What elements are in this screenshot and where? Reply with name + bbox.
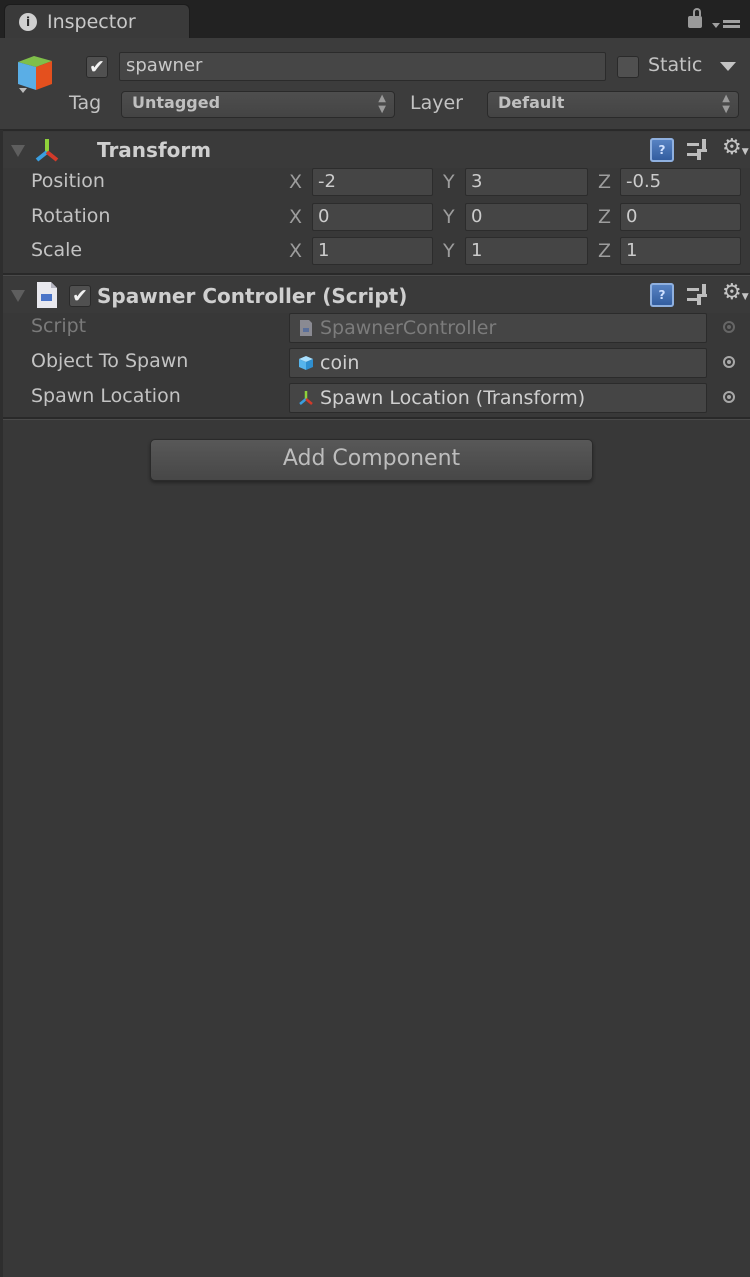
tab-inspector-label: Inspector xyxy=(47,11,136,33)
axis-y-label: Y xyxy=(443,206,455,228)
spawn-location-value: Spawn Location (Transform) xyxy=(320,387,586,409)
gear-icon[interactable]: ⚙▼ xyxy=(722,137,749,163)
gameobject-cube-icon xyxy=(18,56,52,93)
script-file-icon xyxy=(300,320,312,336)
help-book-icon[interactable]: ? xyxy=(650,283,674,307)
layer-dropdown[interactable]: Default ▲ ▼ xyxy=(487,91,739,118)
scale-y-field[interactable]: 1 xyxy=(465,237,588,265)
axis-x-label: X xyxy=(289,240,303,262)
transform-title: Transform xyxy=(97,138,212,162)
csharp-script-icon xyxy=(37,282,57,308)
spawn-location-field[interactable]: Spawn Location (Transform) xyxy=(289,383,707,413)
rotation-y-field[interactable]: 0 xyxy=(465,203,588,231)
divider xyxy=(0,275,750,276)
axis-z-label: Z xyxy=(598,240,612,262)
position-z-field[interactable]: -0.5 xyxy=(620,168,741,196)
rotation-label: Rotation xyxy=(31,205,111,227)
rotation-z-field[interactable]: 0 xyxy=(620,203,741,231)
script-label: Script xyxy=(31,315,87,337)
divider xyxy=(0,419,750,420)
object-picker-icon[interactable] xyxy=(723,391,735,403)
script-field: SpawnerController xyxy=(289,313,707,343)
prefab-cube-icon xyxy=(299,356,313,370)
rotation-x-field[interactable]: 0 xyxy=(312,203,433,231)
object-picker-icon xyxy=(723,321,735,333)
tab-inspector[interactable]: i Inspector xyxy=(4,4,190,38)
dropdown-arrows-icon: ▲ ▼ xyxy=(378,93,386,115)
static-dropdown-icon[interactable] xyxy=(720,62,736,71)
foldout-arrow-icon[interactable] xyxy=(11,145,25,157)
transform-axes-icon xyxy=(299,391,313,405)
preset-sliders-icon[interactable] xyxy=(687,139,709,161)
axis-z-label: Z xyxy=(598,206,612,228)
object-picker-icon[interactable] xyxy=(723,356,735,368)
scale-z-field[interactable]: 1 xyxy=(620,237,741,265)
spawn-location-label: Spawn Location xyxy=(31,385,181,407)
component-enabled-checkbox[interactable]: ✔ xyxy=(69,285,91,307)
position-label: Position xyxy=(31,170,105,192)
lock-icon[interactable] xyxy=(688,16,702,28)
preset-sliders-icon[interactable] xyxy=(687,284,709,306)
object-to-spawn-value: coin xyxy=(320,352,360,374)
axis-z-label: Z xyxy=(598,171,612,193)
axis-x-label: X xyxy=(289,171,303,193)
object-to-spawn-label: Object To Spawn xyxy=(31,350,189,372)
info-icon: i xyxy=(19,13,37,31)
tag-dropdown[interactable]: Untagged ▲ ▼ xyxy=(121,91,395,118)
tag-label: Tag xyxy=(69,92,102,114)
gear-icon[interactable]: ⚙▼ xyxy=(722,282,749,308)
foldout-arrow-icon[interactable] xyxy=(11,290,25,302)
position-x-field[interactable]: -2 xyxy=(312,168,433,196)
name-field[interactable]: spawner xyxy=(119,52,606,81)
add-component-button[interactable]: Add Component xyxy=(150,439,593,481)
layer-value: Default xyxy=(498,93,565,112)
panel-left-edge xyxy=(0,130,3,1277)
active-checkbox[interactable]: ✔ xyxy=(86,56,108,78)
dropdown-arrows-icon: ▲ ▼ xyxy=(722,93,730,115)
layer-label: Layer xyxy=(410,92,463,114)
help-book-icon[interactable]: ? xyxy=(650,138,674,162)
transform-axes-icon xyxy=(35,139,59,162)
tag-value: Untagged xyxy=(132,93,221,112)
axis-y-label: Y xyxy=(443,171,455,193)
object-to-spawn-field[interactable]: coin xyxy=(289,348,707,378)
axis-y-label: Y xyxy=(443,240,455,262)
axis-x-label: X xyxy=(289,206,303,228)
divider xyxy=(0,129,750,131)
spawner-controller-title: Spawner Controller (Script) xyxy=(97,284,408,308)
tab-bar: i Inspector xyxy=(0,0,750,38)
static-checkbox[interactable] xyxy=(617,56,639,78)
scale-x-field[interactable]: 1 xyxy=(312,237,433,265)
panel-menu-icon[interactable] xyxy=(712,18,742,32)
script-value: SpawnerController xyxy=(320,317,497,339)
static-label: Static xyxy=(648,54,703,76)
scale-label: Scale xyxy=(31,239,83,261)
position-y-field[interactable]: 3 xyxy=(465,168,588,196)
